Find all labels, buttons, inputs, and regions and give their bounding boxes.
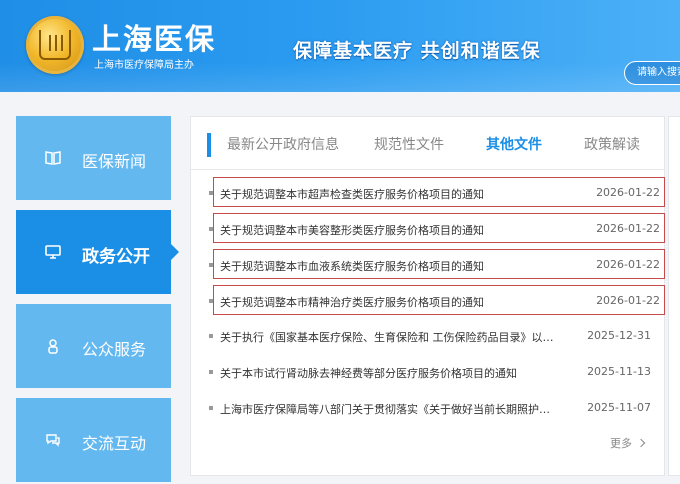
sidebar-item-news[interactable]: 医保新闻 <box>16 116 171 200</box>
sidebar-item-label: 医保新闻 <box>82 152 147 171</box>
more-link[interactable]: 更多 <box>610 435 646 451</box>
bullet-icon <box>209 263 213 267</box>
list-item-title[interactable]: 上海市医疗保障局等八部门关于贯彻落实《关于做好当前长期照护师培养... <box>220 401 560 417</box>
bullet-icon <box>209 299 213 303</box>
tab-other-documents[interactable]: 其他文件 <box>486 134 542 154</box>
sidebar-item-interaction[interactable]: 交流互动 <box>16 398 171 482</box>
list-item-title[interactable]: 关于本市试行肾动脉去神经费等部分医疗服务价格项目的通知 <box>220 365 560 381</box>
list-item-title[interactable]: 关于执行《国家基本医疗保险、生育保险和 工伤保险药品目录》以及《商... <box>220 329 560 345</box>
bullet-icon <box>209 334 213 338</box>
list-item-date: 2026-01-22 <box>596 258 660 271</box>
sidebar-item-label: 政务公开 <box>82 247 150 267</box>
list-item[interactable]: 关于执行《国家基本医疗保险、生育保险和 工伤保险药品目录》以及《商... 202… <box>203 321 663 351</box>
list-item[interactable]: 关于规范调整本市血液系统类医疗服务价格项目的通知 2026-01-22 <box>209 249 665 279</box>
tab-normative-documents[interactable]: 规范性文件 <box>374 134 444 154</box>
bullet-icon <box>209 406 213 410</box>
sidebar-item-label: 交流互动 <box>82 434 147 453</box>
sidebar-item-government-affairs[interactable]: 政务公开 <box>16 210 179 294</box>
person-icon <box>48 339 58 354</box>
book-icon <box>45 151 61 165</box>
site-title[interactable]: 上海医保 <box>92 16 216 58</box>
tab-policy-interpretation[interactable]: 政策解读 <box>584 134 640 154</box>
sidebar-item-public-service[interactable]: 公众服务 <box>16 304 171 388</box>
site-slogan: 保障基本医疗 共创和谐医保 <box>293 40 541 62</box>
list-item-date: 2025-11-07 <box>587 401 651 414</box>
monitor-icon <box>45 245 61 259</box>
list-item-date: 2025-11-13 <box>587 365 651 378</box>
bullet-icon <box>209 191 213 195</box>
list-item-date: 2025-12-31 <box>587 329 651 342</box>
list-item[interactable]: 关于本市试行肾动脉去神经费等部分医疗服务价格项目的通知 2025-11-13 <box>203 357 663 387</box>
site-subtitle: 上海市医疗保障局主办 <box>94 60 194 71</box>
more-label: 更多 <box>610 437 632 450</box>
list-item-date: 2026-01-22 <box>596 222 660 235</box>
tab-latest-gov-info[interactable]: 最新公开政府信息 <box>227 134 339 154</box>
list-item-date: 2026-01-22 <box>596 186 660 199</box>
tab-divider <box>191 169 664 170</box>
list-item-title[interactable]: 关于规范调整本市精神治疗类医疗服务价格项目的通知 <box>220 294 560 310</box>
right-panel-edge <box>668 116 680 476</box>
site-header: 上海医保 上海市医疗保障局主办 保障基本医疗 共创和谐医保 请输入搜索 <box>0 0 680 92</box>
info-panel: 最新公开政府信息 规范性文件 其他文件 政策解读 关于规范调整本市超声检查类医疗… <box>190 116 665 476</box>
list-item-title[interactable]: 关于规范调整本市美容整形类医疗服务价格项目的通知 <box>220 222 560 238</box>
list-item-title[interactable]: 关于规范调整本市血液系统类医疗服务价格项目的通知 <box>220 258 560 274</box>
list-item[interactable]: 关于规范调整本市超声检查类医疗服务价格项目的通知 2026-01-22 <box>209 177 665 207</box>
sidebar-item-label: 公众服务 <box>82 340 147 359</box>
search-input[interactable]: 请输入搜索 <box>624 61 680 85</box>
list-item-date: 2026-01-22 <box>596 294 660 307</box>
chat-icon <box>46 434 60 447</box>
list-item[interactable]: 关于规范调整本市精神治疗类医疗服务价格项目的通知 2026-01-22 <box>209 285 665 315</box>
list-item[interactable]: 上海市医疗保障局等八部门关于贯彻落实《关于做好当前长期照护师培养... 2025… <box>203 393 663 423</box>
chevron-right-icon <box>636 438 646 448</box>
emblem-logo-icon[interactable] <box>26 16 84 74</box>
list-item-title[interactable]: 关于规范调整本市超声检查类医疗服务价格项目的通知 <box>220 186 560 202</box>
tab-accent-bar <box>207 133 211 157</box>
bullet-icon <box>209 227 213 231</box>
list-item[interactable]: 关于规范调整本市美容整形类医疗服务价格项目的通知 2026-01-22 <box>209 213 665 243</box>
bullet-icon <box>209 370 213 374</box>
